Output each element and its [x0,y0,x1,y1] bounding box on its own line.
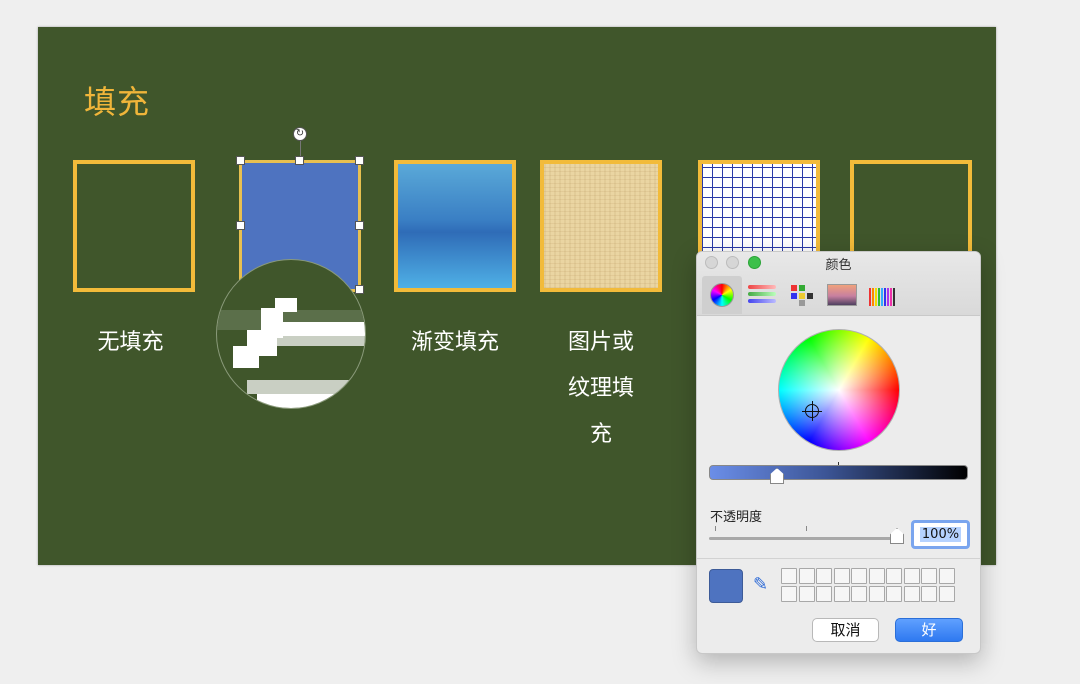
cancel-button[interactable]: 取消 [812,618,879,642]
opacity-tick [806,526,807,531]
color-sliders-icon [748,284,776,306]
swatch-slot[interactable] [851,585,867,602]
swatch-slot[interactable] [903,568,920,584]
color-picker-crosshair-icon[interactable] [802,401,822,421]
swatch-slot[interactable] [886,585,902,602]
swatch-slot[interactable] [938,568,955,584]
swatch-slot[interactable] [781,568,797,584]
brightness-slider[interactable] [709,465,968,480]
swatch-slot[interactable] [798,568,815,584]
swatch-slot[interactable] [868,568,885,584]
divider [697,558,980,559]
color-palettes-icon [789,284,815,306]
color-panel-title: 颜色 [825,258,852,273]
swatch-slot[interactable] [851,568,867,584]
swatch-slot[interactable] [833,568,850,584]
opacity-slider-thumb[interactable] [890,528,904,544]
custom-swatch-grid[interactable] [781,568,955,602]
tile-no-fill[interactable] [73,160,195,292]
swatch-slot[interactable] [816,568,832,584]
opacity-label: 不透明度 [710,510,763,525]
tab-color-wheel[interactable] [702,276,742,314]
swatch-slot[interactable] [921,585,937,602]
swatch-slot[interactable] [868,585,885,602]
swatch-slot[interactable] [921,568,937,584]
magnifier-loupe [216,259,366,409]
image-palettes-icon [827,284,857,306]
opacity-tick [715,526,716,531]
opacity-input[interactable]: 100% [911,520,970,549]
resize-handle-tc[interactable] [295,156,304,165]
pencils-icon [869,284,895,306]
resize-handle-mr[interactable] [355,221,364,230]
tile-texture-fill[interactable] [540,160,662,292]
rotate-handle-icon[interactable]: ↻ [293,127,307,141]
swatch-slot[interactable] [938,585,955,602]
tab-image-palettes[interactable] [822,276,862,314]
current-color-swatch[interactable] [709,569,743,603]
ok-button[interactable]: 好 [895,618,963,642]
tab-color-sliders[interactable] [742,276,782,314]
opacity-value: 100% [919,527,962,542]
tile-gradient-fill[interactable] [394,160,516,292]
swatch-slot[interactable] [903,585,920,602]
swatch-slot[interactable] [886,568,902,584]
resize-handle-br[interactable] [355,285,364,294]
color-panel[interactable]: 颜色 不透明度 100% ✎ 取消 好 [696,251,981,654]
resize-handle-tr[interactable] [355,156,364,165]
slide-title[interactable]: 填充 [84,77,150,123]
swatch-slot[interactable] [798,585,815,602]
label-picture-fill-line3: 充 [589,422,612,447]
resize-handle-ml[interactable] [236,221,245,230]
tab-pencils[interactable] [862,276,902,314]
resize-handle-tl[interactable] [236,156,245,165]
color-wheel-icon [710,283,734,307]
workspace: 填充 ↻ 无填充 渐变填充 图片或 纹理填 充 颜色 不透明度 100% ✎ 取… [0,0,1080,684]
swatch-slot[interactable] [816,585,832,602]
eyedropper-icon[interactable]: ✎ [753,574,773,596]
label-no-fill: 无填充 [97,330,164,355]
label-picture-fill-line2: 纹理填 [567,376,634,401]
color-wheel[interactable] [778,329,900,451]
swatch-slot[interactable] [781,585,797,602]
label-picture-fill-line1: 图片或 [567,330,634,355]
opacity-slider[interactable] [709,537,904,540]
tab-color-palettes[interactable] [782,276,822,314]
label-gradient-fill: 渐变填充 [410,330,499,355]
swatch-slot[interactable] [833,585,850,602]
